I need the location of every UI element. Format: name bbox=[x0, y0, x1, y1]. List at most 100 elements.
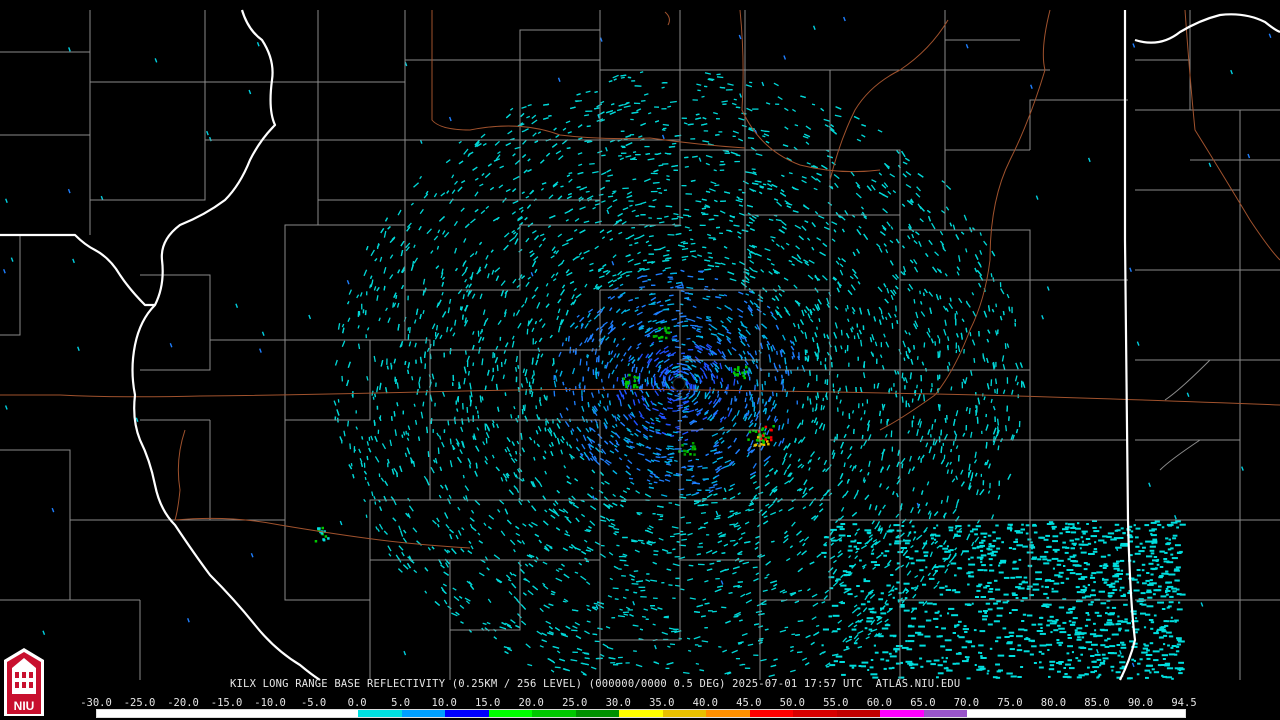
echo-speck bbox=[691, 429, 697, 432]
echo-speck bbox=[721, 552, 726, 554]
echo-speck bbox=[733, 615, 739, 618]
echo-speck bbox=[704, 268, 712, 271]
echo-speck bbox=[587, 367, 590, 372]
echo-speck bbox=[601, 154, 606, 157]
echo-speck bbox=[669, 100, 677, 104]
echo-speck bbox=[592, 633, 598, 636]
echo-speck bbox=[369, 284, 372, 289]
echo-speck bbox=[901, 396, 904, 403]
echo-speck bbox=[701, 95, 705, 98]
echo-speck bbox=[994, 378, 998, 385]
echo-speck bbox=[684, 165, 689, 168]
echo-speck bbox=[680, 533, 687, 536]
echo-speck bbox=[701, 375, 704, 379]
echo-speck bbox=[567, 335, 570, 342]
echo-speck bbox=[690, 179, 696, 182]
echo-speck bbox=[404, 360, 407, 366]
echo-speck bbox=[896, 320, 899, 324]
echo-speck bbox=[672, 548, 676, 551]
echo-speck bbox=[543, 103, 550, 106]
echo-speck bbox=[575, 99, 582, 103]
echo-speck bbox=[595, 357, 598, 363]
echo-speck bbox=[550, 593, 555, 596]
echo-speck bbox=[597, 389, 600, 394]
echo-speck bbox=[620, 76, 625, 79]
echo-speck bbox=[461, 314, 464, 320]
echo-speck bbox=[815, 624, 820, 628]
echo-speck bbox=[594, 90, 598, 94]
echo-speck bbox=[513, 312, 516, 317]
echo-speck bbox=[685, 521, 692, 524]
echo-speck bbox=[714, 278, 719, 281]
echo-speck bbox=[674, 224, 682, 227]
echo-speck bbox=[666, 178, 671, 181]
echo-speck bbox=[435, 325, 439, 331]
echo-speck bbox=[552, 358, 555, 365]
echo-speck bbox=[688, 649, 692, 652]
echo-speck bbox=[668, 584, 673, 586]
echo-speck bbox=[593, 602, 599, 605]
echo-speck bbox=[952, 440, 955, 446]
echo-speck bbox=[639, 286, 646, 289]
echo-speck bbox=[670, 286, 674, 289]
echo-speck bbox=[606, 405, 609, 411]
echo-speck bbox=[997, 445, 1000, 451]
echo-speck bbox=[600, 378, 603, 383]
echo-speck bbox=[733, 98, 737, 101]
echo-speck bbox=[905, 350, 908, 357]
echo-speck bbox=[968, 407, 971, 414]
echo-speck bbox=[688, 229, 693, 232]
echo-speck bbox=[860, 339, 863, 347]
echo-speck bbox=[686, 298, 692, 301]
echo-speck bbox=[682, 466, 687, 469]
echo-speck bbox=[411, 376, 414, 381]
echo-speck bbox=[938, 350, 941, 358]
echo-speck bbox=[372, 396, 375, 400]
echo-speck bbox=[985, 441, 988, 449]
echo-speck bbox=[923, 394, 926, 402]
echo-speck bbox=[699, 428, 704, 431]
echo-speck bbox=[671, 217, 678, 220]
echo-speck bbox=[469, 464, 471, 469]
echo-speck bbox=[913, 345, 915, 350]
echo-speck bbox=[719, 163, 726, 166]
echo-speck bbox=[815, 395, 818, 401]
echo-speck bbox=[791, 355, 794, 360]
echo-speck bbox=[965, 327, 968, 333]
echo-speck bbox=[576, 186, 581, 189]
echo-speck bbox=[639, 628, 644, 631]
echo-speck bbox=[695, 113, 700, 116]
echo-speck bbox=[681, 538, 687, 541]
echo-speck bbox=[729, 539, 736, 542]
echo-speck bbox=[675, 584, 681, 587]
echo-speck bbox=[764, 130, 770, 133]
echo-speck bbox=[641, 615, 647, 618]
echo-speck bbox=[687, 275, 694, 278]
echo-speck bbox=[688, 564, 694, 567]
echo-speck bbox=[669, 643, 676, 646]
echo-speck bbox=[719, 86, 726, 89]
echo-speck bbox=[616, 377, 619, 382]
echo-speck bbox=[668, 376, 671, 381]
echo-speck bbox=[625, 274, 630, 277]
echo-speck bbox=[784, 357, 787, 365]
echo-speck bbox=[620, 500, 627, 503]
echo-speck bbox=[646, 379, 649, 385]
echo-speck bbox=[422, 289, 425, 296]
echo-speck bbox=[584, 657, 590, 660]
echo-speck bbox=[601, 360, 604, 365]
echo-speck bbox=[891, 322, 894, 329]
echo-speck bbox=[395, 295, 398, 299]
echo-speck bbox=[619, 559, 627, 562]
echo-speck bbox=[820, 404, 823, 411]
echo-speck bbox=[430, 418, 433, 424]
echo-speck bbox=[631, 582, 639, 585]
echo-speck bbox=[629, 204, 633, 207]
echo-speck bbox=[737, 198, 744, 201]
echo-speck bbox=[801, 419, 804, 426]
echo-speck bbox=[560, 185, 564, 188]
echo-speck bbox=[940, 429, 943, 436]
echo-speck bbox=[633, 363, 636, 369]
echo-speck bbox=[634, 297, 639, 300]
echo-speck bbox=[672, 431, 678, 434]
